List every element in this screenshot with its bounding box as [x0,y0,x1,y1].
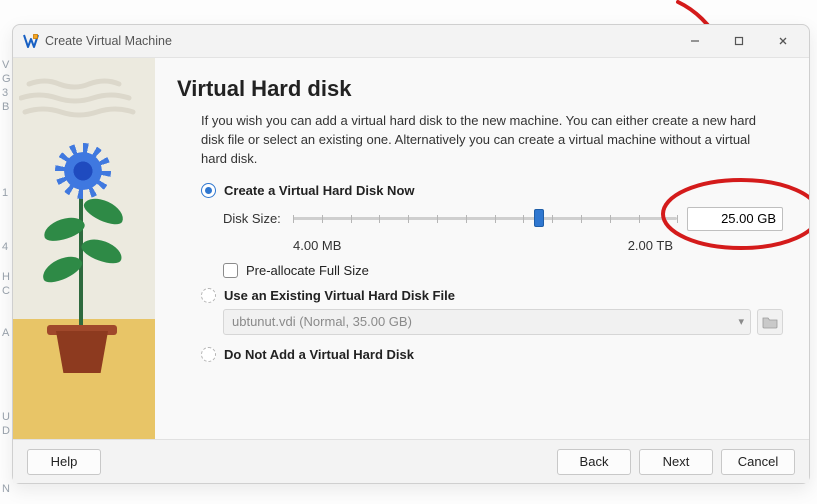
titlebar: Create Virtual Machine [13,25,809,57]
dialog-footer: Help Back Next Cancel [13,439,809,483]
create-now-settings: Disk Size: 4.00 MB [223,204,783,253]
window-title: Create Virtual Machine [45,34,172,48]
cancel-button[interactable]: Cancel [721,449,795,475]
option-create-now-label: Create a Virtual Hard Disk Now [224,183,415,198]
page-heading: Virtual Hard disk [177,76,783,102]
next-button[interactable]: Next [639,449,713,475]
disk-size-min: 4.00 MB [293,238,341,253]
option-use-existing[interactable]: Use an Existing Virtual Hard Disk File [201,288,783,303]
browse-file-button[interactable] [757,309,783,335]
chevron-down-icon: ▾ [738,315,744,328]
disk-size-input[interactable] [687,207,783,231]
window-close-button[interactable] [761,25,805,57]
disk-size-slider-thumb[interactable] [534,209,544,227]
dialog-content: Virtual Hard disk If you wish you can ad… [13,57,809,439]
preallocate-row[interactable]: Pre-allocate Full Size [223,263,783,278]
page-description: If you wish you can add a virtual hard d… [201,112,771,169]
radio-use-existing[interactable] [201,288,216,303]
main-panel: Virtual Hard disk If you wish you can ad… [155,58,809,439]
window-maximize-button[interactable] [717,25,761,57]
dialog-window: Create Virtual Machine [12,24,810,484]
option-do-not-add[interactable]: Do Not Add a Virtual Hard Disk [201,347,783,362]
disk-size-slider[interactable] [293,204,677,234]
radio-do-not-add[interactable] [201,347,216,362]
existing-file-display: ubtunut.vdi (Normal, 35.00 GB) [232,314,412,329]
help-button[interactable]: Help [27,449,101,475]
preallocate-label: Pre-allocate Full Size [246,263,369,278]
option-do-not-add-label: Do Not Add a Virtual Hard Disk [224,347,414,362]
disk-size-max: 2.00 TB [628,238,673,253]
preallocate-checkbox[interactable] [223,263,238,278]
background-gutter: VG3 B14 HCA UDN [0,0,12,504]
radio-create-now[interactable] [201,183,216,198]
sidebar-illustration [13,58,155,439]
option-use-existing-label: Use an Existing Virtual Hard Disk File [224,288,455,303]
disk-size-row: Disk Size: [223,204,783,234]
virtualbox-icon [23,33,39,49]
existing-file-row: ubtunut.vdi (Normal, 35.00 GB) ▾ [223,309,783,335]
window-minimize-button[interactable] [673,25,717,57]
back-button[interactable]: Back [557,449,631,475]
disk-size-label: Disk Size: [223,211,283,226]
option-create-now[interactable]: Create a Virtual Hard Disk Now [201,183,783,198]
existing-file-combo[interactable]: ubtunut.vdi (Normal, 35.00 GB) ▾ [223,309,751,335]
folder-icon [762,315,778,329]
